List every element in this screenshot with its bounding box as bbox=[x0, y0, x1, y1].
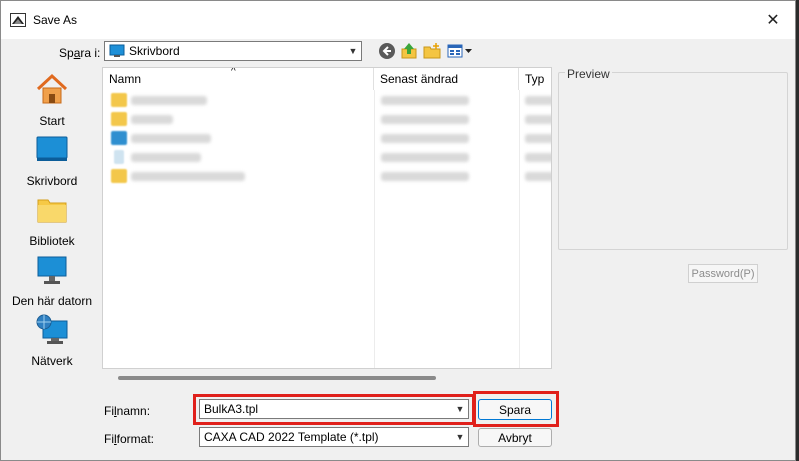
place-this-pc[interactable]: Den här datorn bbox=[9, 253, 95, 308]
highlight-box-filename bbox=[193, 394, 475, 425]
place-desktop[interactable]: Skrivbord bbox=[9, 133, 95, 188]
fileformat-value: CAXA CAD 2022 Template (*.tpl) bbox=[204, 430, 379, 444]
location-value: Skrivbord bbox=[129, 44, 180, 58]
app-icon bbox=[10, 13, 26, 27]
password-button[interactable]: Password(P) bbox=[688, 264, 758, 283]
file-list[interactable]: Namn ^ Senast ändrad Typ bbox=[102, 67, 552, 369]
horizontal-scrollbar[interactable] bbox=[118, 376, 436, 380]
folder-icon bbox=[111, 169, 127, 183]
folder-icon bbox=[111, 112, 127, 126]
chevron-down-icon: ▼ bbox=[348, 46, 358, 56]
network-icon bbox=[36, 314, 68, 344]
place-start[interactable]: Start bbox=[9, 73, 95, 128]
back-icon[interactable] bbox=[378, 42, 396, 60]
column-header-name[interactable]: Namn ^ bbox=[103, 68, 374, 90]
sort-up-icon: ^ bbox=[231, 67, 236, 77]
cancel-button[interactable]: Avbryt bbox=[478, 428, 552, 447]
chevron-down-icon: ▼ bbox=[455, 432, 465, 442]
close-icon: ✕ bbox=[766, 12, 780, 29]
highlight-box-save bbox=[473, 391, 559, 427]
library-folder-icon bbox=[37, 199, 67, 223]
list-item[interactable] bbox=[103, 167, 551, 186]
preview-panel bbox=[558, 72, 788, 250]
close-button[interactable]: ✕ bbox=[755, 5, 791, 35]
shortcut-icon bbox=[111, 131, 127, 145]
computer-icon bbox=[37, 256, 67, 284]
desktop-icon bbox=[109, 44, 125, 57]
new-folder-icon[interactable] bbox=[423, 42, 441, 60]
location-combo[interactable]: Skrivbord ▼ bbox=[104, 41, 362, 61]
list-item[interactable] bbox=[103, 129, 551, 148]
place-label: Nätverk bbox=[31, 354, 73, 368]
save-in-label: Spara i: bbox=[59, 46, 101, 60]
place-label: Den här datorn bbox=[11, 294, 93, 308]
place-library[interactable]: Bibliotek bbox=[9, 193, 95, 248]
list-item[interactable] bbox=[103, 91, 551, 110]
home-icon bbox=[36, 73, 68, 104]
desktop-icon bbox=[36, 136, 68, 161]
folder-icon bbox=[111, 93, 127, 107]
up-folder-icon[interactable] bbox=[400, 42, 418, 60]
list-item[interactable] bbox=[103, 110, 551, 129]
places-bar: Start Skrivbord Bibliotek Den här datorn bbox=[9, 67, 95, 377]
place-label: Start bbox=[39, 114, 65, 128]
window-title: Save As bbox=[33, 13, 78, 27]
list-item[interactable] bbox=[103, 148, 551, 167]
place-label: Skrivbord bbox=[26, 174, 78, 188]
column-header-type[interactable]: Typ bbox=[519, 68, 551, 90]
save-as-dialog: Save As ✕ Spara i: Skrivbord ▼ Start Skr… bbox=[0, 0, 796, 461]
title-bar: Save As ✕ bbox=[1, 1, 795, 39]
view-menu-icon[interactable] bbox=[447, 42, 473, 60]
fileformat-label: Filformat: bbox=[104, 432, 155, 446]
preview-label: Preview bbox=[565, 67, 612, 81]
fileformat-select[interactable]: CAXA CAD 2022 Template (*.tpl) ▼ bbox=[199, 427, 469, 447]
column-header-modified[interactable]: Senast ändrad bbox=[374, 68, 519, 90]
place-label: Bibliotek bbox=[29, 234, 75, 248]
file-icon bbox=[114, 150, 124, 164]
filename-label: Filnamn: bbox=[104, 404, 151, 418]
place-network[interactable]: Nätverk bbox=[9, 313, 95, 368]
